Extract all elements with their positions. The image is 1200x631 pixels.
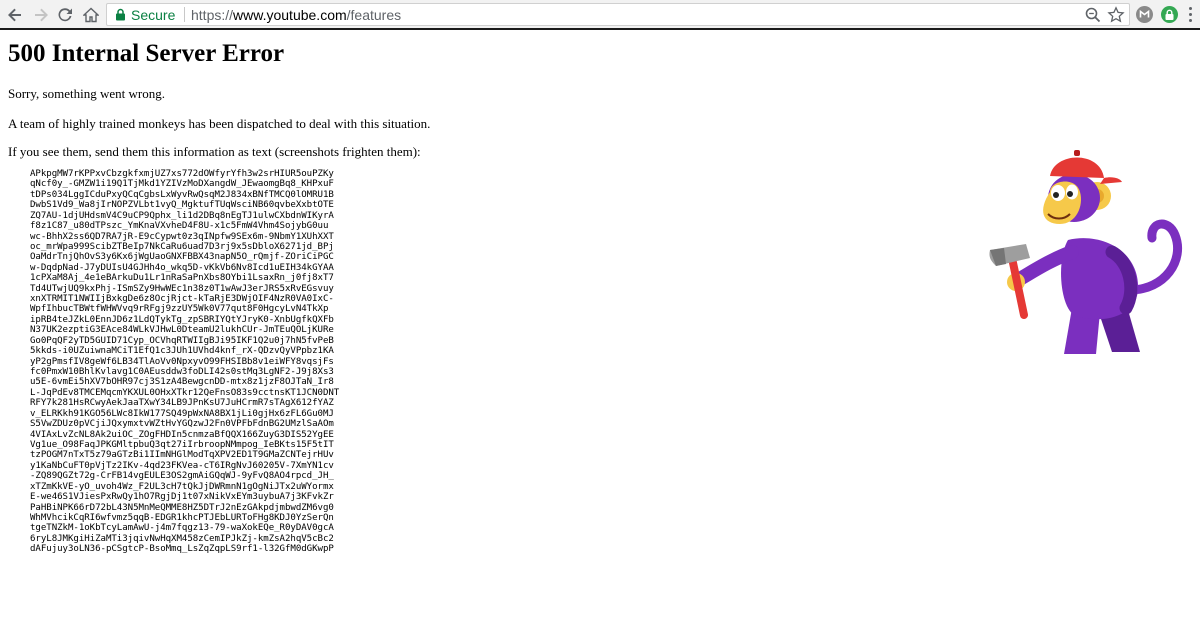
instructions-message: If you see them, send them this informat… bbox=[8, 144, 421, 159]
debug-line: Td4UTwjUQ9kxPhj-ISmSZy9HwWEc1n38z0T1wAwJ… bbox=[30, 283, 334, 294]
debug-line: tzPOGM7nTxT5z79aGTzBi1IImNHGlModTqXPV2ED… bbox=[30, 450, 334, 461]
debug-line: OaMdrTnjQhOvS3y6Kx6jWgUaoGNXFBBX43napN5O… bbox=[30, 252, 334, 263]
omnibox-divider bbox=[184, 7, 185, 22]
more-vertical-icon[interactable] bbox=[1187, 6, 1193, 24]
reload-icon bbox=[58, 8, 72, 22]
magnifier-icon[interactable] bbox=[1084, 6, 1102, 24]
arrow-left-icon bbox=[8, 8, 21, 22]
debug-line: Vg1ue_O98FaqJPKGMltpbuQ3qt27iIrbroopNMmp… bbox=[30, 439, 334, 450]
debug-line: v_ELRKkh91KGO56LWc8IkW177SQ49pWxNA8BX1jL… bbox=[30, 408, 334, 419]
debug-line: tDPs034LggICduPxyQCqCgbsLxWyvRwQsqM2J834… bbox=[30, 189, 334, 200]
debug-line: tgeTNZkM-1oKbTcyLamAwU-j4m7fqgz13-79-waX… bbox=[30, 523, 334, 534]
debug-line: S5VwZDUz0pVCjiJQxymxtvWZtHvYGQzwJ2Fn0VPF… bbox=[30, 419, 334, 430]
extension-lock-glyph-icon bbox=[1165, 9, 1174, 20]
extension-glyph-icon bbox=[1139, 9, 1150, 18]
debug-line: 5kkds-i0UZuiwnaMCiT1EfQ1c3JUh1UVhd4knf_r… bbox=[30, 346, 334, 357]
lock-icon bbox=[116, 8, 125, 21]
extension-gray-icon[interactable] bbox=[1136, 6, 1153, 23]
debug-line: 1cPXaM8Aj_4e1eBArkuDu1Lr1nRaSaPnXbs8OYbi… bbox=[30, 273, 334, 284]
debug-line: qNcf0y_-GMZW1i19Q1TjMkd1YZIVzMoDXangdW_J… bbox=[30, 179, 334, 190]
debug-line: WhMVhcikCqRI6wfvmz5qqB-EDGR1khcPTJEbLURT… bbox=[30, 512, 334, 523]
debug-info-block[interactable]: APkpgMW7rKPPxvCbzgkfxmjUZ7xs772dOWfyrYfh… bbox=[30, 169, 339, 555]
error-message: Sorry, something went wrong. bbox=[8, 86, 165, 101]
back-button[interactable] bbox=[4, 4, 26, 26]
debug-line: 4VIAxLvZcNL8Ak2uiOC_ZOgFHDIn5cnmzaBfQQX1… bbox=[30, 429, 334, 440]
debug-line: oc_mrWpa999ScibZTBeIp7NkCaRu6uad7D3rj9x5… bbox=[30, 241, 334, 252]
debug-line: L-JqPdEv8TMCEMqcmYKXUL0OHxXTkr12QeFnsO83… bbox=[30, 387, 340, 398]
extension-green-lock-icon[interactable] bbox=[1161, 6, 1178, 23]
debug-line: PaHBiNPK66rD72bL43N5MnMeQMME8HZ5DTrJ2nEz… bbox=[30, 502, 334, 513]
error-page: 500 Internal Server Error Sorry, somethi… bbox=[8, 30, 968, 554]
debug-line: w-DqdpNad-J7yDUIsU4GJHh4o_wkq5D-vKkVb6Nv… bbox=[30, 262, 334, 273]
debug-line: WpfIhbucTBWtfWHWVvq9rRFgj9zzUY5Wk0V77qut… bbox=[30, 304, 329, 315]
debug-line: dAFujuy3oLN36-pCSgtcP-BsoMmq_LsZqZqpLS9r… bbox=[30, 544, 334, 555]
forward-button[interactable] bbox=[30, 4, 52, 26]
url-host: www.youtube.com bbox=[233, 7, 347, 23]
secure-label: Secure bbox=[131, 7, 176, 23]
debug-line: N37UK2ezptiG3EAce84WLkVJHwL0DteamU2lukhC… bbox=[30, 325, 334, 336]
debug-line: APkpgMW7rKPPxvCbzgkfxmjUZ7xs772dOWfyrYfh… bbox=[30, 169, 334, 179]
debug-line: xTZmKkVE-yO_uvoh4Wz_F2UL3cH7tQkJjDWRmnN1… bbox=[30, 481, 334, 492]
debug-line: E-we46S1VJiesPxRwQy1hO7RgjDj1t07xNikVxEY… bbox=[30, 492, 334, 503]
debug-line: 6ryL8JMKgiHiZaMTi3jqivNwHqXM458zCemIPJkZ… bbox=[30, 533, 334, 544]
debug-line: -ZQ89QGZt72g-CrFB14vgEULE3OS2gmAiGQqWJ-9… bbox=[30, 471, 334, 482]
home-icon bbox=[83, 7, 99, 23]
debug-line: wc-BhhX2ss6QD7RA7jR-E9cCypwt0z3qINpfw9SE… bbox=[30, 231, 334, 242]
url-text[interactable]: https://www.youtube.com/features bbox=[191, 7, 401, 23]
reload-button[interactable] bbox=[54, 4, 76, 26]
url-path: /features bbox=[346, 7, 402, 23]
debug-line: u5E-6vmEi5hXV7bOHR97cj3S1zA4BewgcnDD-mtx… bbox=[30, 377, 334, 388]
debug-line: ZQ7AU-1djUHdsmV4C9uCP9Qphx_li1d2DBq8nEgT… bbox=[30, 210, 334, 221]
monkeys-message: A team of highly trained monkeys has bee… bbox=[8, 116, 431, 131]
debug-line: fc0PmxW10BhlKvlavg1C0AEusddw3foDLI42s0st… bbox=[30, 367, 334, 378]
star-icon[interactable] bbox=[1107, 6, 1125, 24]
debug-line: Go0PqQF2yTD5GUID71Cyp_OCVhqRTWIIgBJi95IK… bbox=[30, 335, 334, 346]
page-title: 500 Internal Server Error bbox=[8, 40, 285, 67]
arrow-right-icon bbox=[35, 8, 48, 22]
debug-line: RFY7k281HsRCwyAekJaaTXwY34LB9JPnKsU7JuHC… bbox=[30, 398, 334, 409]
debug-line: y1KaNbCuFT0pVjTz2IKv-4qd23FKVea-cT6IRgNv… bbox=[30, 460, 334, 471]
monkey-with-hammer-illustration bbox=[989, 150, 1183, 354]
debug-line: DwbS1Vd9_Wa8jIrNOPZVLbt1vyQ_MgktufTUqWsc… bbox=[30, 200, 334, 211]
address-bar[interactable]: Secure https://www.youtube.com/features bbox=[106, 3, 1130, 26]
debug-line: f8z1C87_u80dTPszc_YmKnaVXvheD4F8U-x1c5Fm… bbox=[30, 221, 329, 232]
debug-line: xnXTRMIT1NWIIjBxkgDe6z8OcjRjct-kTaRjE3DW… bbox=[30, 294, 334, 305]
home-button[interactable] bbox=[80, 4, 102, 26]
debug-line: ipRB4teJZkL0EnnJD6z1LdQTykTg_zpSBRIYQtYJ… bbox=[30, 314, 334, 325]
debug-line: yP2gPmsfIV8geWf6LB34TlAoVv0NpxyvO99FHSIB… bbox=[30, 356, 334, 367]
browser-toolbar: Secure https://www.youtube.com/features bbox=[0, 0, 1200, 30]
url-scheme: https:// bbox=[191, 7, 234, 23]
